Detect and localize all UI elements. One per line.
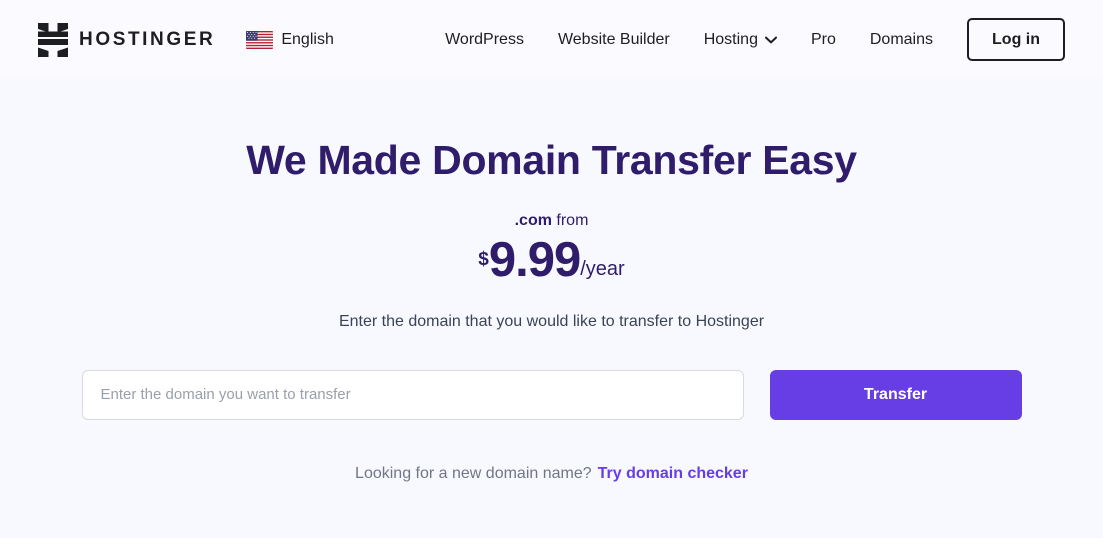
nav-item-website-builder[interactable]: Website Builder xyxy=(541,23,687,57)
price-from-label: from xyxy=(556,212,589,230)
price-tld-line: .com from xyxy=(0,211,1103,232)
us-flag-icon xyxy=(246,30,274,49)
domain-input[interactable] xyxy=(81,369,744,420)
price-tld-label: .com xyxy=(514,212,552,230)
nav-item-domains[interactable]: Domains xyxy=(853,23,950,57)
price-period: /year xyxy=(580,257,625,280)
nav-item-label: WordPress xyxy=(445,30,524,48)
nav-item-label: Website Builder xyxy=(557,30,670,48)
page-title: We Made Domain Transfer Easy xyxy=(246,137,857,183)
domain-checker-prompt: Looking for a new domain name? Try domain… xyxy=(0,465,1103,483)
nav-item-label: Pro xyxy=(810,30,836,48)
nav-item-label: Domains xyxy=(869,30,934,48)
nav-item-pro[interactable]: Pro xyxy=(794,23,853,57)
domain-transfer-form: Transfer xyxy=(0,369,1103,420)
nav-item-hosting[interactable]: Hosting xyxy=(687,23,794,57)
brand-name: HOSTINGER xyxy=(79,28,216,50)
nav-item-label: Hosting xyxy=(703,30,758,48)
try-domain-checker-link[interactable]: Try domain checker xyxy=(598,465,748,482)
hostinger-h-logo-icon xyxy=(38,22,68,57)
login-button[interactable]: Log in xyxy=(967,17,1065,62)
nav-item-wordpress[interactable]: WordPress xyxy=(428,23,541,57)
chevron-down-icon xyxy=(764,36,777,43)
language-label: English xyxy=(281,30,334,48)
hero-subtitle: Enter the domain that you would like to … xyxy=(338,312,765,330)
price-amount: 9.99 xyxy=(488,232,581,287)
main-navigation: WordPress Website Builder Hosting Pro Do… xyxy=(428,17,1065,62)
language-selector[interactable]: English xyxy=(246,30,334,49)
hero-section: We Made Domain Transfer Easy .com from $… xyxy=(0,79,1103,483)
site-header: HOSTINGER English WordPress Website Buil… xyxy=(0,0,1103,79)
transfer-button[interactable]: Transfer xyxy=(769,369,1022,420)
price-currency: $ xyxy=(478,248,489,270)
price-display: $ 9.99 /year xyxy=(0,232,1103,287)
domain-checker-prompt-text: Looking for a new domain name? xyxy=(355,464,592,482)
brand-logo[interactable]: HOSTINGER xyxy=(38,22,216,57)
